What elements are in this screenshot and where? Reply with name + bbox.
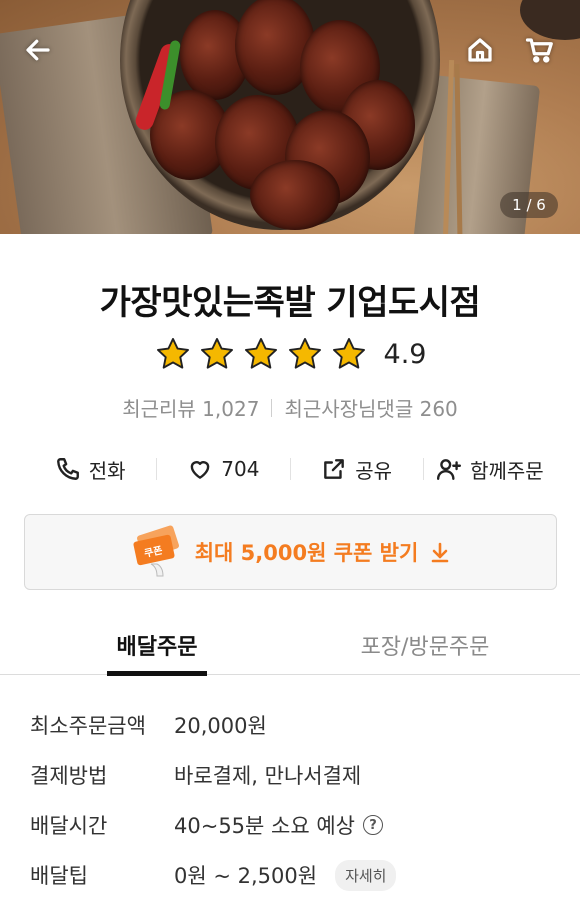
delivery-info: 최소주문금액 20,000원 결제방법 바로결제, 만나서결제 배달시간 40~…: [30, 700, 560, 900]
tab-pickup[interactable]: 포장/방문주문: [340, 615, 510, 675]
delivery-tip-row: 배달팁 0원 ~ 2,500원 자세히: [30, 850, 560, 900]
delivery-tip-value-wrap: 0원 ~ 2,500원 자세히: [174, 859, 397, 891]
share-label: 공유: [355, 458, 393, 483]
star-icon: [200, 338, 233, 369]
review-stats: 최근리뷰 1,027 최근사장님댓글 260: [0, 393, 580, 422]
star-icon: [244, 338, 277, 369]
star-icon: [288, 338, 321, 369]
cart-button[interactable]: [520, 30, 560, 70]
back-button[interactable]: [18, 30, 58, 70]
delivery-tip-label: 배달팁: [30, 864, 88, 888]
payment-label: 결제방법: [30, 764, 108, 788]
delivery-tip-value: 0원 ~ 2,500원: [174, 864, 318, 888]
home-icon: [468, 38, 492, 62]
arrow-left-icon: [26, 39, 50, 61]
group-order-label: 함께주문: [470, 458, 544, 483]
group-order-button[interactable]: 함께주문: [424, 455, 556, 484]
min-order-value: 20,000원: [174, 714, 267, 738]
call-label: 전화: [88, 458, 126, 483]
help-icon[interactable]: ?: [363, 815, 383, 835]
store-hero-image[interactable]: 1 / 6: [0, 0, 580, 234]
star-icon: [156, 338, 189, 369]
favorite-button[interactable]: 704: [157, 456, 289, 482]
store-name: 가장맛있는족발 기업도시점: [99, 283, 481, 323]
min-order-row: 최소주문금액 20,000원: [30, 700, 560, 750]
delivery-time-value: 40~55분 소요 예상: [174, 814, 355, 838]
heart-icon: [190, 461, 210, 479]
add-person-icon: [437, 459, 462, 480]
owner-reply-count[interactable]: 최근사장님댓글 260: [284, 393, 457, 422]
order-type-tabs: 배달주문 포장/방문주문: [0, 615, 580, 676]
share-icon: [324, 459, 345, 479]
store-actions: 전화 704 공유 함께주문: [24, 446, 556, 492]
min-order-label: 최소주문금액: [30, 714, 146, 738]
image-counter: 1 / 6: [500, 192, 558, 218]
delivery-time-label: 배달시간: [30, 814, 108, 838]
store-rating: 4.9: [0, 335, 580, 373]
jokbal-slice: [250, 160, 340, 230]
delivery-time-row: 배달시간 40~55분 소요 예상 ?: [30, 800, 560, 850]
delivery-time-value-wrap: 40~55분 소요 예상 ?: [174, 810, 383, 840]
tab-delivery[interactable]: 배달주문: [107, 615, 207, 676]
share-button[interactable]: 공유: [291, 455, 423, 484]
download-arrow-icon: [431, 542, 449, 563]
divider: [271, 398, 273, 417]
star-icon: [332, 338, 365, 369]
payment-value: 바로결제, 만나서결제: [174, 764, 362, 788]
coupon-icon: 쿠폰: [133, 525, 179, 577]
call-button[interactable]: 전화: [24, 455, 156, 484]
cart-icon: [525, 38, 553, 63]
recent-review-count[interactable]: 최근리뷰 1,027: [122, 393, 259, 422]
favorite-count: 704: [221, 457, 260, 481]
home-button[interactable]: [460, 30, 500, 70]
payment-row: 결제방법 바로결제, 만나서결제: [30, 750, 560, 800]
coupon-download-button[interactable]: 쿠폰 최대 5,000원 쿠폰 받기: [24, 514, 557, 590]
coupon-label: 최대 5,000원 쿠폰 받기: [194, 541, 419, 565]
rating-value: 4.9: [383, 338, 427, 370]
tip-detail-button[interactable]: 자세히: [335, 859, 397, 891]
phone-icon: [56, 458, 79, 480]
